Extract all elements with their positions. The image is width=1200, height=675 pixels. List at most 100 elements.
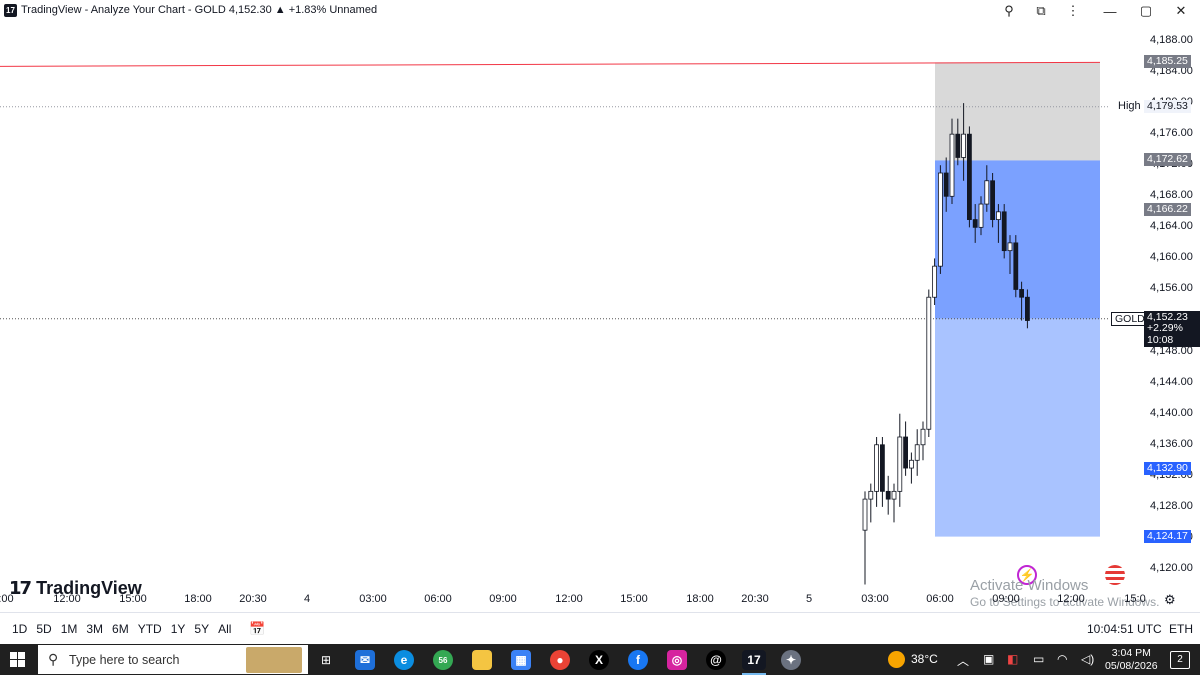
search-icon: ⚲ — [48, 651, 59, 667]
range-button-1d[interactable]: 1D — [12, 622, 27, 636]
tray-app-icon[interactable]: ▣ — [983, 652, 994, 666]
candle-down — [967, 133, 972, 220]
chrome-badge-icon[interactable]: 56 — [433, 650, 453, 670]
time-axis-label: 09:00 — [489, 593, 517, 605]
time-axis-label: 09:00 — [992, 593, 1020, 605]
range-button-3m[interactable]: 3M — [86, 622, 103, 636]
price-axis-label: 4,120.00 — [1150, 562, 1193, 574]
weather-sun-icon[interactable] — [888, 651, 905, 668]
price-axis-label: 4,144.00 — [1150, 375, 1193, 388]
candle-up — [874, 444, 879, 492]
minimize-icon[interactable]: — — [1099, 2, 1121, 20]
window-titlebar: 17 TradingView - Analyze Your Chart - GO… — [0, 0, 1200, 21]
temperature[interactable]: 38°C — [911, 652, 938, 666]
time-axis-label: 20:30 — [741, 593, 769, 605]
task-view-icon[interactable]: ⊞ — [316, 650, 336, 670]
range-button-5d[interactable]: 5D — [36, 622, 51, 636]
range-button-ytd[interactable]: YTD — [138, 622, 162, 636]
time-axis[interactable]: :00 12:00 15:00 18:00 20:30 4 03:00 06:00 09:00 1… — [0, 589, 1160, 611]
volume-icon[interactable]: ◁) — [1081, 652, 1094, 666]
zoom-icon[interactable]: ⚲ — [998, 2, 1020, 20]
price-axis-label: 4,168.00 — [1150, 189, 1193, 202]
time-axis-label: 18:00 — [686, 593, 714, 605]
candle-up — [961, 133, 966, 158]
tradingview-icon[interactable]: 17 — [742, 650, 766, 670]
facebook-icon[interactable]: f — [628, 650, 648, 670]
settings-gear-icon[interactable]: ⚙ — [1164, 592, 1176, 608]
tray-chevron-icon[interactable]: ︿ — [957, 652, 969, 669]
time-axis-label: 03:00 — [359, 593, 387, 605]
profit-zone-lower — [935, 318, 1100, 537]
mail-icon[interactable]: ✉ — [355, 650, 375, 670]
chart-pane[interactable]: 4,188.004,184.004,180.004,176.004,172.00… — [0, 21, 1200, 598]
candle-up — [914, 444, 920, 461]
taskbar-search[interactable]: ⚲ Type here to search — [38, 645, 308, 674]
time-axis-label: 18:00 — [184, 593, 212, 605]
candle-down — [1025, 296, 1030, 321]
file-explorer-icon[interactable] — [472, 650, 492, 670]
chrome-icon[interactable]: ● — [550, 650, 570, 670]
price-axis-label: 4,136.00 — [1150, 437, 1193, 450]
x-icon[interactable]: X — [589, 650, 609, 670]
notifications-icon[interactable]: 2 — [1170, 651, 1190, 669]
candle-up — [862, 498, 868, 531]
candle-down — [955, 133, 961, 158]
session-button[interactable]: ETH — [1169, 622, 1193, 636]
entry-price-tag: 4,172.62 — [1144, 153, 1191, 167]
store-icon[interactable]: ▦ — [511, 650, 531, 670]
price-axis-label: 4,156.00 — [1150, 282, 1193, 295]
goto-date-icon[interactable]: 📅 — [249, 621, 265, 637]
candle-up — [909, 459, 914, 469]
high-price-tag: 4,179.53 — [1144, 99, 1191, 113]
edge-icon[interactable]: e — [394, 650, 414, 670]
taskbar-clock[interactable]: 3:04 PM 05/08/2026 — [1105, 647, 1158, 673]
chart-canvas[interactable] — [0, 21, 1200, 589]
candle-up — [920, 428, 926, 446]
range-button-1m[interactable]: 1M — [61, 622, 78, 636]
tray-security-icon[interactable]: ◧ — [1007, 652, 1018, 666]
candle-down — [1013, 242, 1019, 290]
target-price-tag: 4,132.90 — [1144, 461, 1191, 475]
tradingview-app-icon: 17 — [4, 4, 17, 17]
candle-down — [903, 436, 908, 469]
wifi-icon[interactable]: ◠ — [1057, 652, 1067, 666]
battery-icon[interactable]: ▭ — [1033, 652, 1044, 666]
candle-down — [880, 444, 885, 492]
taskbar-time: 3:04 PM — [1111, 647, 1151, 659]
range-selector: 1D 5D 1M 3M 6M YTD 1Y 5Y All — [12, 622, 240, 636]
range-button-6m[interactable]: 6M — [112, 622, 129, 636]
resistance-price-tag: 4,185.25 — [1144, 55, 1191, 69]
mid-price-tag: 4,166.22 — [1144, 203, 1191, 217]
candle-up — [926, 296, 932, 430]
search-placeholder: Type here to search — [69, 653, 180, 667]
app-icon[interactable]: ✦ — [781, 650, 801, 670]
close-icon[interactable]: ✕ — [1170, 2, 1192, 20]
candle-up — [891, 490, 897, 500]
range-button-1y[interactable]: 1Y — [171, 622, 186, 636]
current-change: +2.29% — [1147, 322, 1183, 335]
time-axis-label: 20:30 — [239, 593, 267, 605]
candle-up — [897, 436, 903, 492]
time-axis-label: 12:00 — [53, 593, 81, 605]
candle-down — [972, 219, 978, 228]
utc-clock[interactable]: 10:04:51 UTC — [1087, 622, 1162, 636]
more-icon[interactable]: ⋮ — [1062, 2, 1084, 20]
time-axis-label: :00 — [0, 593, 14, 605]
extension-icon[interactable]: ⧉ — [1030, 2, 1052, 20]
candle-up — [996, 211, 1001, 220]
target2-price-tag: 4,124.17 — [1144, 529, 1191, 543]
restore-icon[interactable]: ▢ — [1135, 2, 1157, 20]
threads-icon[interactable]: @ — [706, 650, 726, 670]
time-axis-label: 15:0 — [1124, 593, 1146, 605]
range-button-all[interactable]: All — [218, 622, 231, 636]
profit-zone-upper — [935, 160, 1100, 319]
taskbar-date: 05/08/2026 — [1105, 660, 1158, 672]
candle-up — [949, 133, 955, 197]
candle-up — [868, 490, 874, 500]
candle-down — [990, 180, 995, 220]
windows-start-icon[interactable] — [10, 652, 25, 667]
candle-up — [1007, 242, 1013, 252]
instagram-icon[interactable]: ◎ — [667, 650, 687, 670]
time-axis-label: 03:00 — [861, 593, 889, 605]
range-button-5y[interactable]: 5Y — [194, 622, 209, 636]
